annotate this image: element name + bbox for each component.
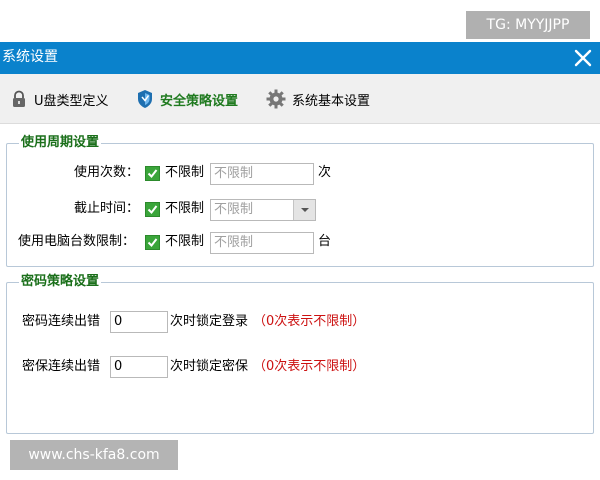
use-count-label: 使用次数： [74,165,140,180]
use-count-unlimited-checkbox[interactable] [145,166,160,181]
expiry-unlimited-label: 不限制 [165,201,205,216]
title-bar: 系统设置 [0,42,600,74]
watermark-top: TG: MYYJJPP [466,11,590,39]
check-icon [147,169,158,179]
gear-icon [266,89,286,109]
use-count-unit: 次 [318,165,332,180]
tab-usb-type-label: U盘类型定义 [34,93,109,109]
password-policy-title: 密码策略设置 [19,273,102,291]
tab-usb-type[interactable]: U盘类型定义 [10,87,109,111]
window-title: 系统设置 [2,49,58,65]
tab-security-policy[interactable]: 安全策略设置 [136,87,238,111]
expiry-select-value: 不限制 [214,202,254,217]
expiry-label: 截止时间： [74,201,140,216]
usage-period-title: 使用周期设置 [19,134,102,152]
check-icon [147,238,158,248]
expiry-unlimited-checkbox[interactable] [145,202,160,217]
computer-limit-unit: 台 [318,234,332,249]
close-icon[interactable] [572,47,594,69]
lock-icon [13,90,25,107]
tab-security-policy-label: 安全策略设置 [160,93,239,109]
chevron-down-icon [301,208,309,212]
toolbar: U盘类型定义 安全策略设置 系统基本设置 [0,74,600,124]
check-icon [147,205,158,215]
watermark-bottom: www.chs-kfa8.com [10,440,178,470]
expiry-dropdown-button[interactable] [293,200,315,220]
protect-errors-hint: （0次表示不限制） [253,359,366,374]
login-errors-label: 密码连续出错 [22,314,101,329]
tab-basic-settings[interactable]: 系统基本设置 [266,87,370,111]
computer-limit-label: 使用电脑台数限制： [18,234,136,249]
use-count-input[interactable]: 不限制 [210,163,314,185]
shield-icon [138,90,152,108]
login-errors-input[interactable]: 0 [110,311,168,333]
computer-limit-unlimited-label: 不限制 [165,234,205,249]
use-count-unlimited-label: 不限制 [165,165,205,180]
computer-limit-input[interactable]: 不限制 [210,232,314,254]
expiry-select[interactable]: 不限制 [210,199,316,221]
computer-limit-unlimited-checkbox[interactable] [145,235,160,250]
protect-errors-suffix: 次时锁定密保 [170,359,249,374]
login-errors-suffix: 次时锁定登录 [170,314,249,329]
protect-errors-input[interactable]: 0 [110,356,168,378]
tab-basic-settings-label: 系统基本设置 [292,93,371,109]
login-errors-hint: （0次表示不限制） [253,314,366,329]
protect-errors-label: 密保连续出错 [22,359,101,374]
